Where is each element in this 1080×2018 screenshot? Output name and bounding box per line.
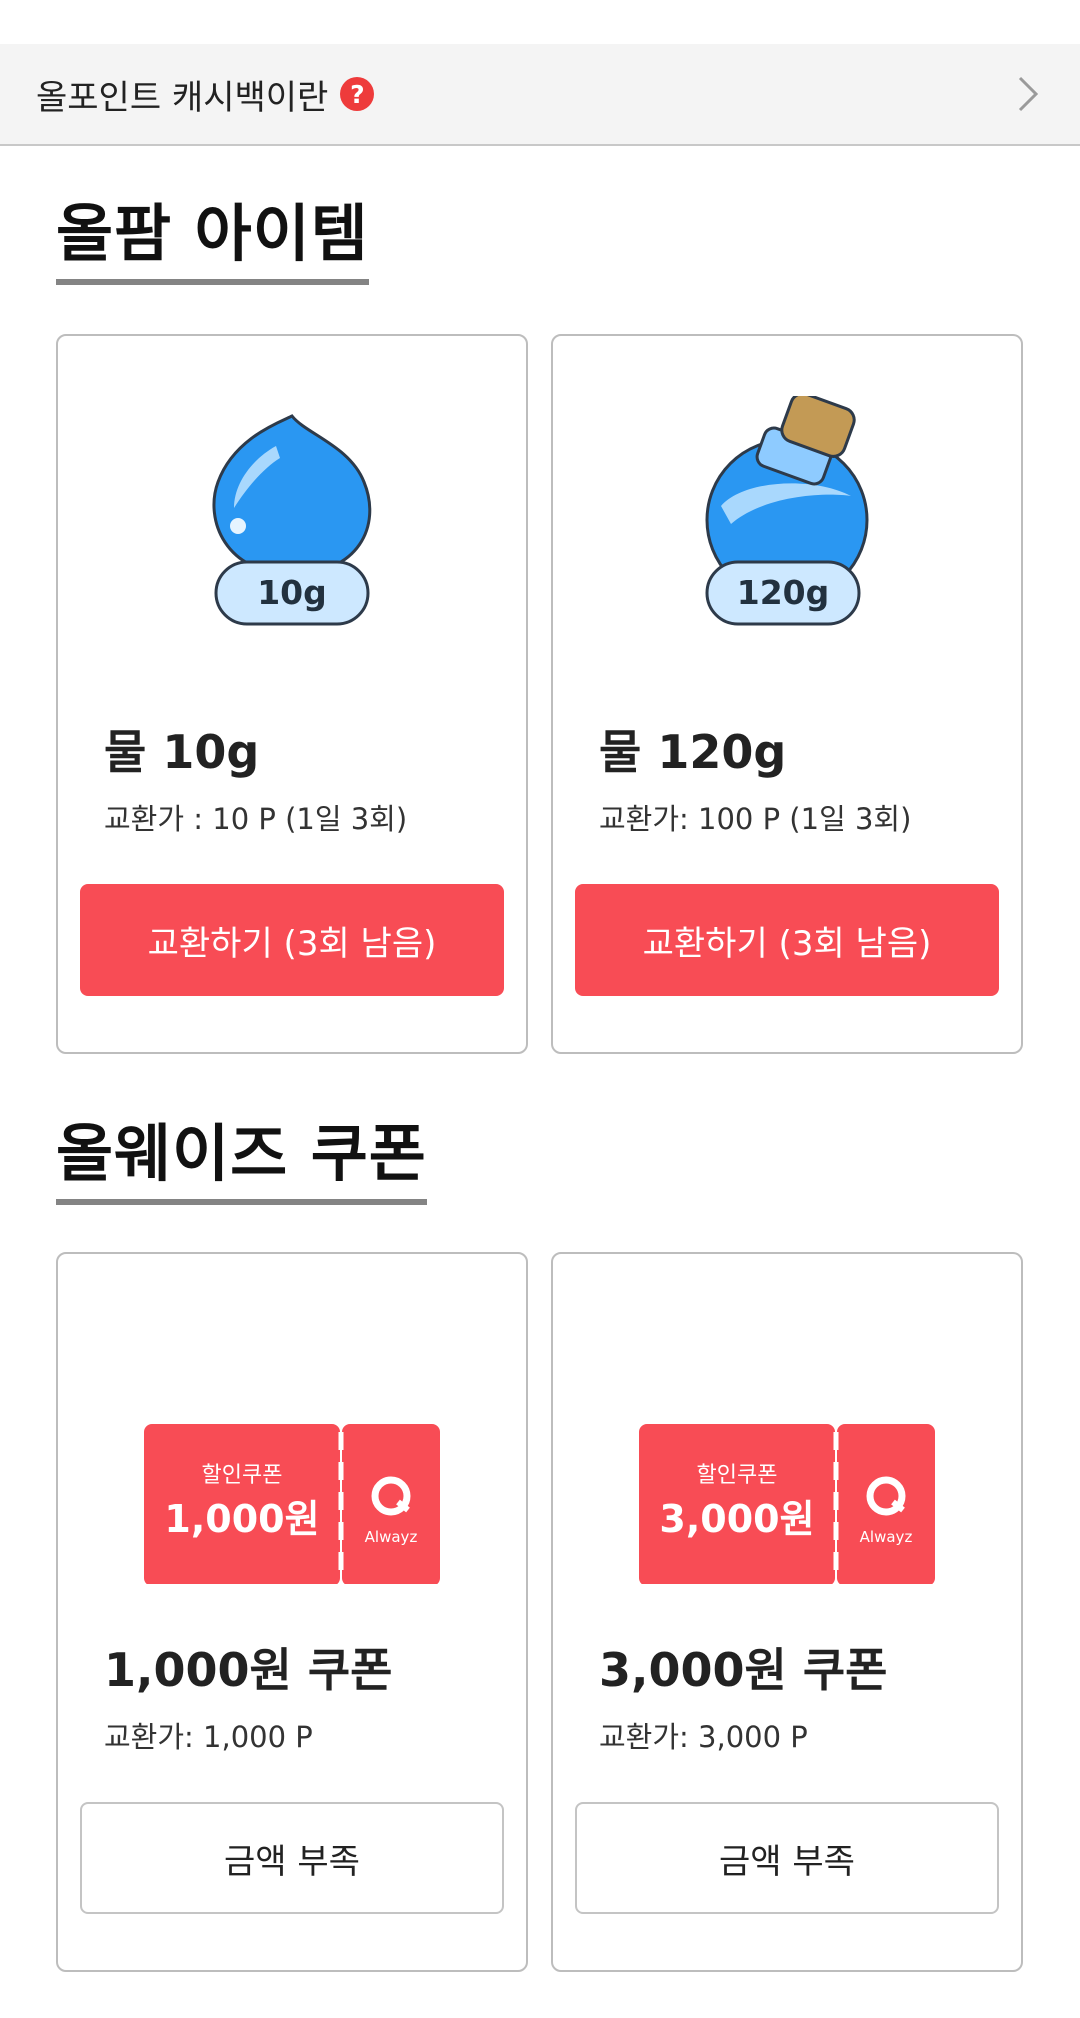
coupon-caption: 할인쿠폰 <box>202 1463 283 1488</box>
coupon-ticket-icon: 할인쿠폰 1,000원 Alwayz <box>58 1314 526 1586</box>
coupon-name: 3,000원 쿠폰 <box>599 1643 888 1697</box>
coupon-amount: 1,000원 <box>164 1497 319 1541</box>
exchange-button[interactable]: 교환하기 (3회 남음) <box>80 884 504 996</box>
item-name: 물 120g <box>599 725 787 779</box>
coupon-ticket-icon: 할인쿠폰 3,000원 Alwayz <box>553 1314 1021 1586</box>
coupon-price: 교환가: 3,000 P <box>599 1720 808 1754</box>
coupon-amount: 3,000원 <box>659 1497 814 1541</box>
item-price: 교환가 : 10 P (1일 3회) <box>104 802 408 836</box>
coupon-caption: 할인쿠폰 <box>697 1463 778 1488</box>
item-name: 물 10g <box>104 725 260 779</box>
coupon-price: 교환가: 1,000 P <box>104 1720 313 1754</box>
insufficient-points-button[interactable]: 금액 부족 <box>80 1802 504 1914</box>
coupon-brand: Alwayz <box>365 1528 418 1546</box>
chevron-right-icon[interactable] <box>1016 74 1040 118</box>
item-badge: 10g <box>257 573 327 612</box>
item-card-water-120g: 120g 물 120g 교환가: 100 P (1일 3회) 교환하기 (3회 … <box>551 334 1023 1054</box>
section-title-items: 올팜 아이템 <box>56 198 369 286</box>
question-circle-icon[interactable]: ? <box>340 77 375 111</box>
item-badge: 120g <box>737 573 830 612</box>
water-bottle-icon: 120g <box>553 392 1021 666</box>
coupon-name: 1,000원 쿠폰 <box>104 1643 393 1697</box>
coupon-brand: Alwayz <box>860 1528 913 1546</box>
water-drop-icon: 10g <box>58 396 526 666</box>
exchange-button[interactable]: 교환하기 (3회 남음) <box>575 884 999 996</box>
insufficient-points-button[interactable]: 금액 부족 <box>575 1802 999 1914</box>
item-card-water-10g: 10g 물 10g 교환가 : 10 P (1일 3회) 교환하기 (3회 남음… <box>56 334 528 1054</box>
cashback-info-bar[interactable]: 올포인트 캐시백이란 ? <box>0 44 1080 146</box>
cashback-info-label: 올포인트 캐시백이란 <box>36 77 329 118</box>
coupon-card-1000: 할인쿠폰 1,000원 Alwayz 1,000원 쿠폰 교환가: 1,000 … <box>56 1252 528 1972</box>
section-title-coupons: 올웨이즈 쿠폰 <box>56 1118 427 1206</box>
item-price: 교환가: 100 P (1일 3회) <box>599 802 912 836</box>
coupon-card-3000: 할인쿠폰 3,000원 Alwayz 3,000원 쿠폰 교환가: 3,000 … <box>551 1252 1023 1972</box>
